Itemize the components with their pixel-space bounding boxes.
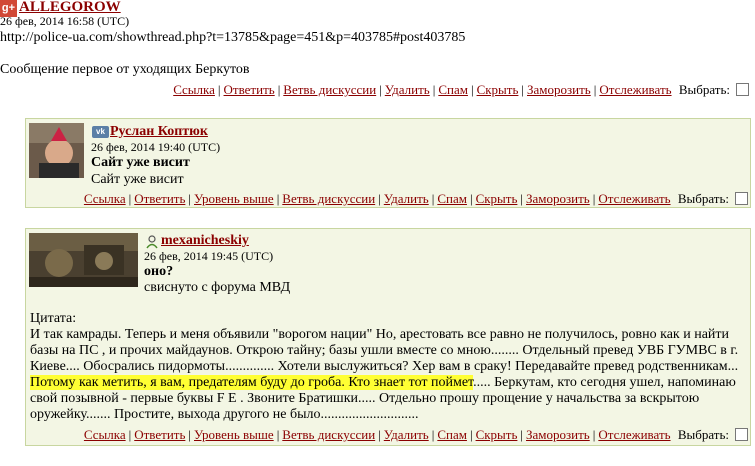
top-post-url: http://police-ua.com/showthread.php?t=13… bbox=[0, 30, 466, 45]
thread-action[interactable]: Ветвь дискуссии bbox=[282, 427, 375, 442]
thread-action[interactable]: Ветвь дискуссии bbox=[282, 191, 375, 206]
hide-action[interactable]: Скрыть bbox=[476, 427, 518, 442]
track-action[interactable]: Отслеживать bbox=[598, 427, 670, 442]
reply-action[interactable]: Ответить bbox=[134, 191, 185, 206]
spam-action[interactable]: Спам bbox=[438, 82, 468, 97]
quote-label: Цитата: bbox=[30, 311, 77, 326]
freeze-action[interactable]: Заморозить bbox=[527, 82, 591, 97]
comment-text: Сайт уже висит bbox=[91, 172, 184, 187]
quote-highlight: Потому как метить, я вам, предателям буд… bbox=[30, 375, 474, 390]
select-label: Выбрать: bbox=[678, 82, 730, 97]
track-action[interactable]: Отслеживать bbox=[599, 82, 671, 97]
reply-action[interactable]: Ответить bbox=[134, 427, 185, 442]
comment-date: 26 фев, 2014 19:45 (UTC) bbox=[144, 249, 274, 263]
spam-action[interactable]: Спам bbox=[437, 191, 467, 206]
vk-icon: vk bbox=[92, 126, 109, 138]
hide-action[interactable]: Скрыть bbox=[476, 191, 518, 206]
comment-text: свиснуто с форума МВД bbox=[144, 280, 291, 295]
top-post-text: Сообщение первое от уходящих Беркутов bbox=[0, 62, 250, 77]
hide-action[interactable]: Скрыть bbox=[477, 82, 519, 97]
thread-action[interactable]: Ветвь дискуссии bbox=[283, 82, 376, 97]
delete-action[interactable]: Удалить bbox=[385, 82, 430, 97]
link-action[interactable]: Ссылка bbox=[84, 191, 126, 206]
delete-action[interactable]: Удалить bbox=[384, 191, 429, 206]
comment-title: оно? bbox=[144, 264, 174, 279]
select-checkbox[interactable] bbox=[735, 192, 748, 205]
freeze-action[interactable]: Заморозить bbox=[526, 191, 590, 206]
comment-box: mexanicheskiy 26 фев, 2014 19:45 (UTC) о… bbox=[25, 228, 751, 446]
select-checkbox[interactable] bbox=[736, 83, 749, 96]
comment-author-link[interactable]: mexanicheskiy bbox=[161, 233, 249, 249]
avatar[interactable] bbox=[29, 233, 138, 287]
parent-action[interactable]: Уровень выше bbox=[194, 191, 274, 206]
comment-date: 26 фев, 2014 19:40 (UTC) bbox=[91, 140, 221, 154]
select-label: Выбрать: bbox=[677, 427, 729, 442]
link-action[interactable]: Ссылка bbox=[84, 427, 126, 442]
top-post-date: 26 фев, 2014 16:58 (UTC) bbox=[0, 14, 130, 28]
comment-quote: Цитата: И так камрады. Теперь и меня объ… bbox=[30, 311, 748, 423]
comment-box: vk Руслан Коптюк 26 фев, 2014 19:40 (UTC… bbox=[25, 118, 751, 208]
comment-action-bar: Ссылка | Ответить | Уровень выше | Ветвь диску… bbox=[84, 427, 748, 443]
reply-action[interactable]: Ответить bbox=[224, 82, 275, 97]
user-icon bbox=[146, 235, 158, 249]
comment-title: Сайт уже висит bbox=[91, 155, 190, 170]
parent-action[interactable]: Уровень выше bbox=[194, 427, 274, 442]
delete-action[interactable]: Удалить bbox=[384, 427, 429, 442]
avatar[interactable] bbox=[29, 123, 84, 178]
spam-action[interactable]: Спам bbox=[437, 427, 467, 442]
freeze-action[interactable]: Заморозить bbox=[526, 427, 590, 442]
select-label: Выбрать: bbox=[677, 191, 729, 206]
select-checkbox[interactable] bbox=[735, 428, 748, 441]
quote-text-before: И так камрады. Теперь и меня объявили "в… bbox=[30, 327, 739, 374]
link-action[interactable]: Ссылка bbox=[173, 82, 215, 97]
track-action[interactable]: Отслеживать bbox=[598, 191, 670, 206]
comment-action-bar: Ссылка | Ответить | Уровень выше | Ветвь диску… bbox=[84, 191, 748, 207]
comment-author-link[interactable]: Руслан Коптюк bbox=[110, 124, 208, 140]
top-post-action-bar: Ссылка | Ответить | Ветвь дискуссии | Удалить |… bbox=[173, 82, 749, 98]
